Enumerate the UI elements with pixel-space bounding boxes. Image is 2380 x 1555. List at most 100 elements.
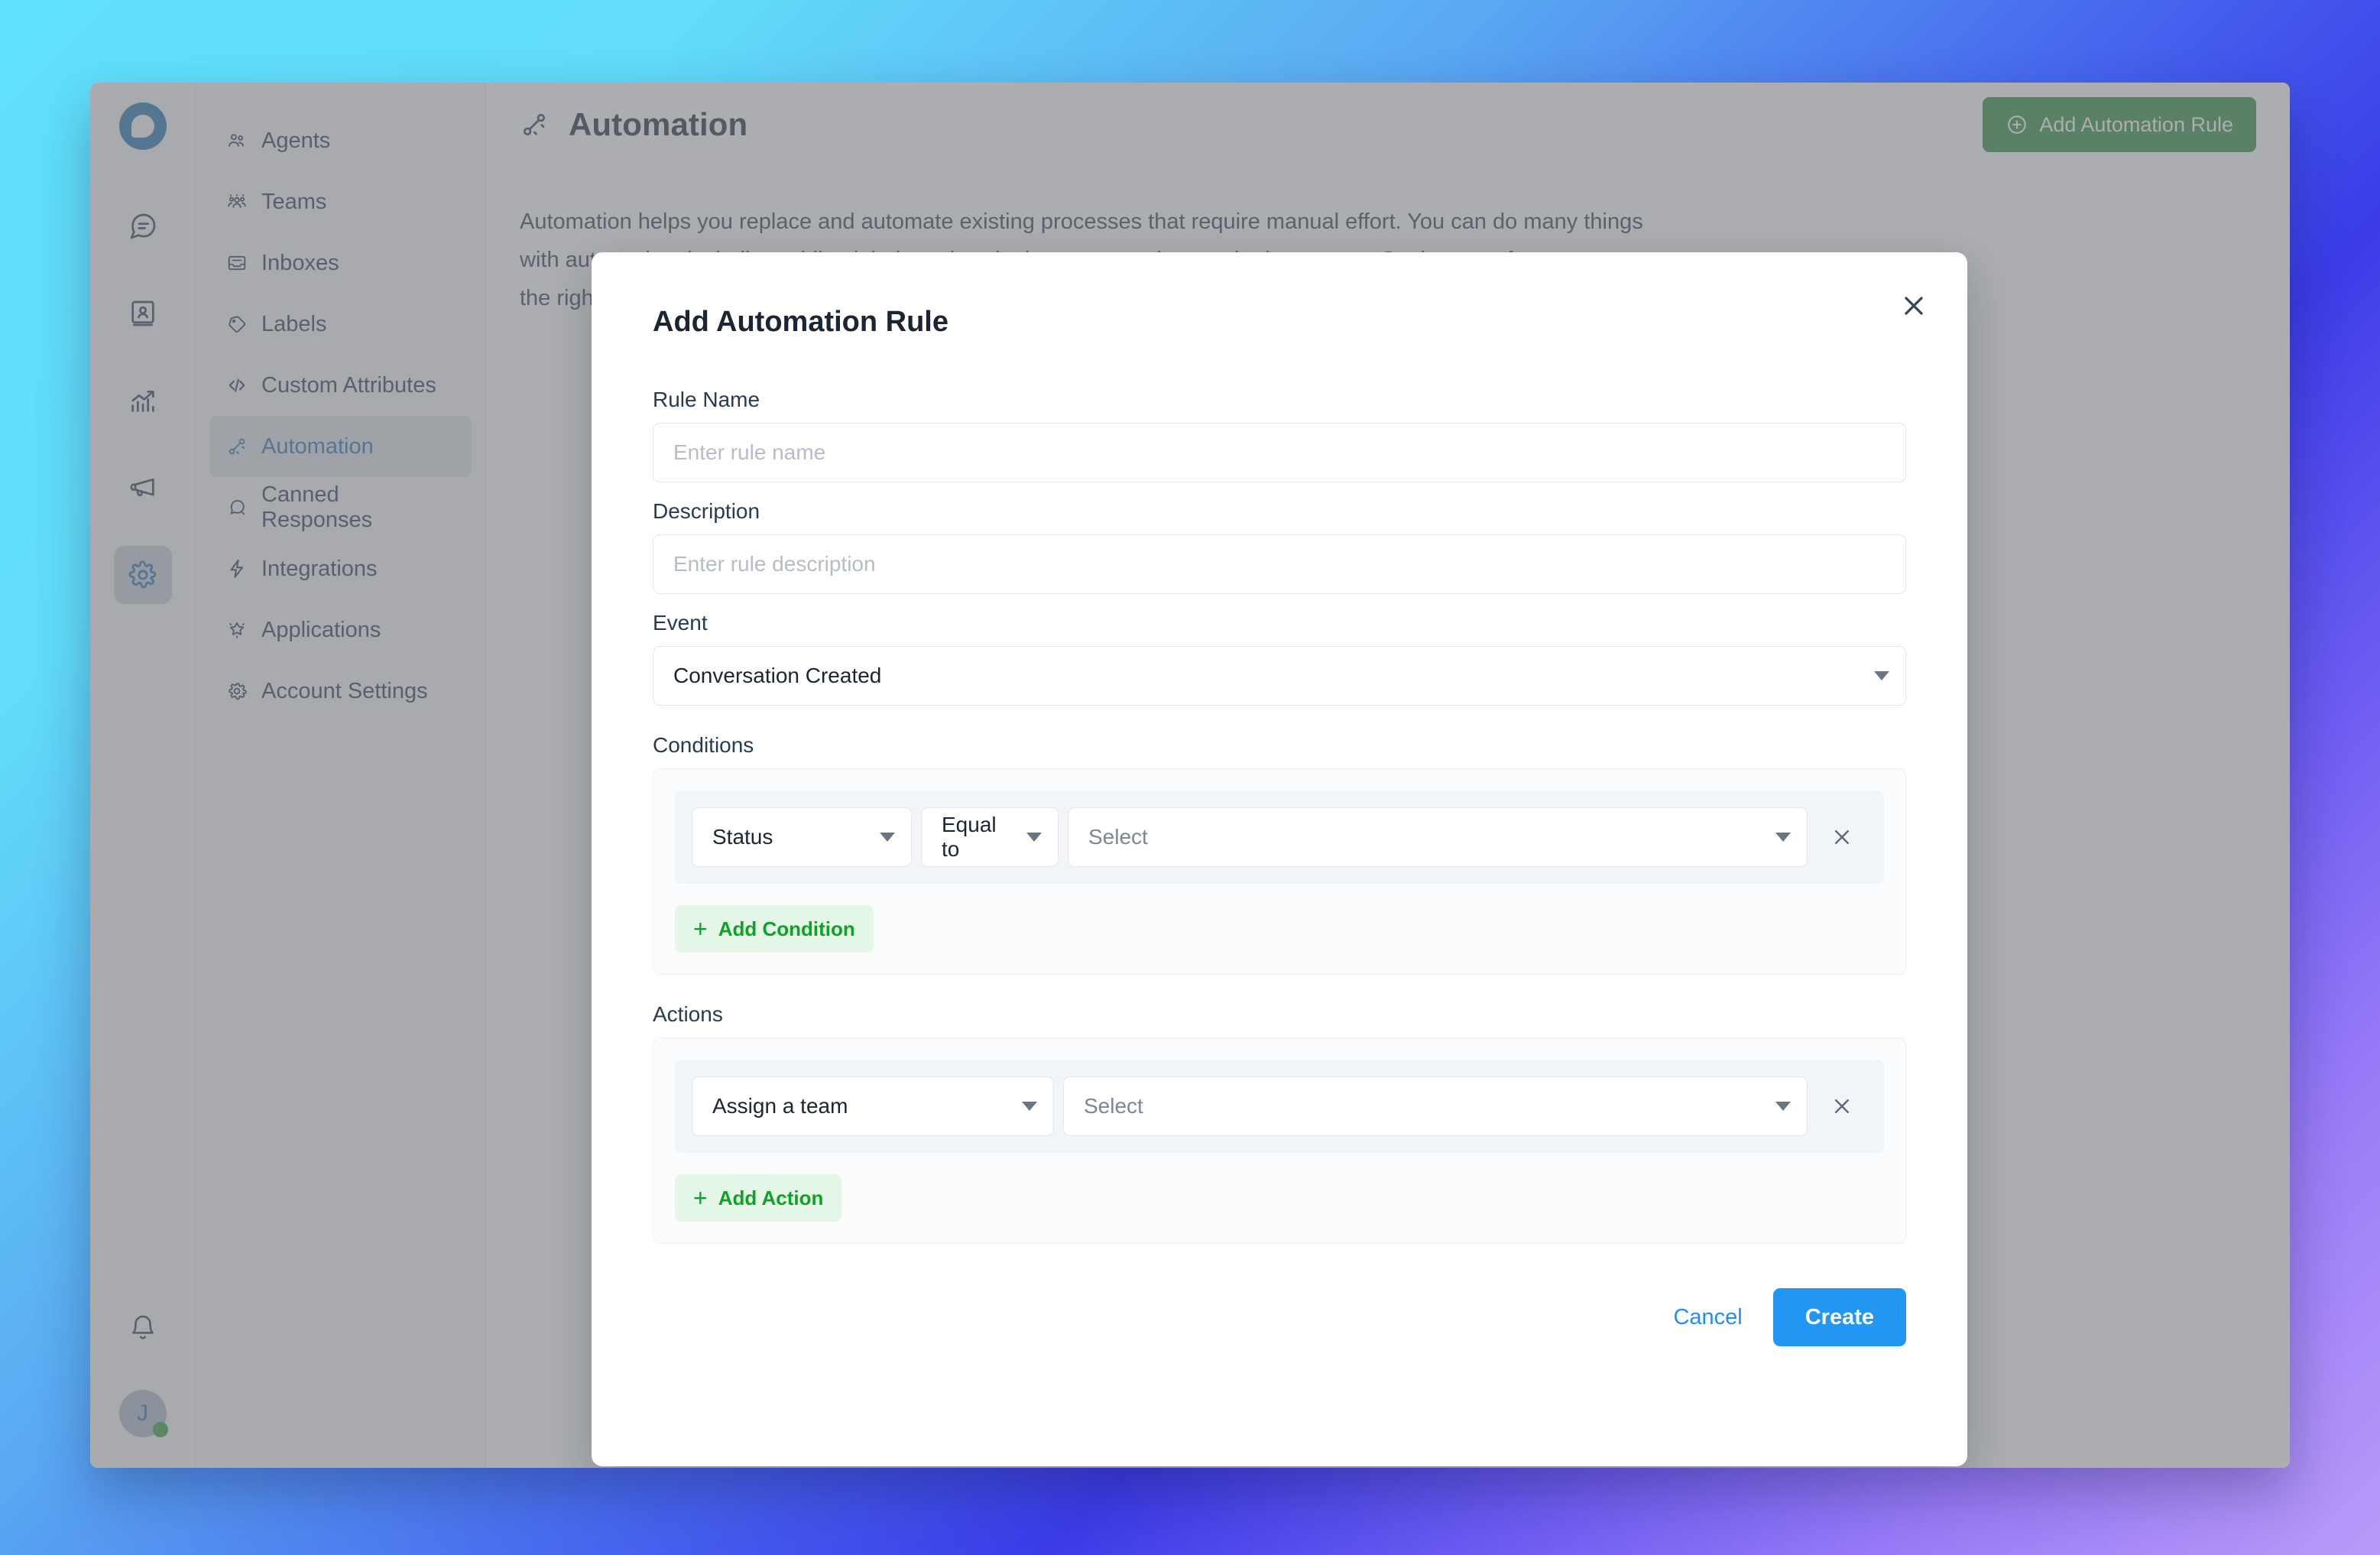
action-value-select[interactable]: Select: [1063, 1076, 1808, 1136]
automation-icon: [226, 436, 248, 457]
close-modal-button[interactable]: [1892, 284, 1935, 327]
report-chart-icon: [128, 385, 158, 416]
add-automation-rule-button[interactable]: Add Automation Rule: [1983, 97, 2256, 152]
sidebar-item-label: Automation: [261, 433, 374, 459]
rail-item-settings[interactable]: [113, 546, 172, 604]
sidebar-item-label: Account Settings: [261, 678, 428, 703]
add-automation-rule-modal: Add Automation Rule Rule Name Descriptio…: [592, 252, 1967, 1466]
online-status-dot: [152, 1422, 168, 1437]
modal-form: Rule Name Description Event Conversation…: [592, 388, 1967, 1244]
app-window: J Agents Teams Inboxes Labels Custom Att…: [90, 83, 2290, 1468]
sidebar-item-label: Agents: [261, 128, 331, 153]
remove-action-button[interactable]: [1817, 1076, 1867, 1136]
teams-icon: [226, 191, 248, 213]
chat-bubble-icon: [128, 211, 158, 242]
sidebar-item-account-settings[interactable]: Account Settings: [209, 661, 472, 722]
primary-icon-rail: J: [90, 83, 196, 1468]
modal-footer: Cancel Create: [592, 1244, 1967, 1346]
inbox-icon: [226, 252, 248, 274]
modal-title: Add Automation Rule: [653, 306, 948, 338]
add-condition-label: Add Condition: [718, 917, 855, 940]
close-icon: [1829, 1093, 1855, 1119]
condition-value-select[interactable]: Select: [1068, 807, 1808, 867]
close-icon: [1829, 824, 1855, 850]
remove-condition-button[interactable]: [1817, 807, 1867, 867]
plus-icon: +: [693, 1184, 708, 1212]
sidebar-item-custom-attributes[interactable]: Custom Attributes: [209, 355, 472, 416]
sidebar-item-automation[interactable]: Automation: [209, 416, 472, 477]
sidebar-item-canned-responses[interactable]: Canned Responses: [209, 477, 472, 538]
agents-icon: [226, 130, 248, 151]
plus-circle-icon: [2005, 113, 2028, 136]
contact-book-icon: [128, 298, 158, 329]
condition-attribute-wrap: Status: [692, 807, 912, 867]
rail-item-contacts[interactable]: [114, 284, 172, 342]
bolt-icon: [226, 558, 248, 579]
description-label: Description: [653, 499, 760, 523]
sidebar-item-label: Applications: [261, 617, 381, 642]
rule-name-field: Rule Name: [653, 388, 1906, 482]
sidebar-item-integrations[interactable]: Integrations: [209, 538, 472, 599]
rail-item-conversations[interactable]: [114, 197, 172, 255]
conditions-label: Conditions: [653, 733, 754, 757]
settings-sidebar: Agents Teams Inboxes Labels Custom Attri…: [196, 83, 486, 1468]
tag-icon: [226, 313, 248, 335]
rail-item-reports[interactable]: [114, 372, 172, 430]
event-label: Event: [653, 611, 708, 635]
megaphone-icon: [128, 472, 158, 503]
action-value-wrap: Select: [1063, 1076, 1808, 1136]
gear-icon: [226, 680, 248, 702]
sidebar-item-label: Teams: [261, 189, 327, 214]
sidebar-item-applications[interactable]: Applications: [209, 599, 472, 661]
sidebar-item-label: Canned Responses: [261, 482, 373, 532]
sidebar-item-teams[interactable]: Teams: [209, 171, 472, 232]
sidebar-item-agents[interactable]: Agents: [209, 110, 472, 171]
sidebar-item-labels[interactable]: Labels: [209, 294, 472, 355]
add-automation-rule-label: Add Automation Rule: [2039, 112, 2233, 136]
condition-row: Status Equal to Select: [675, 790, 1884, 884]
create-button[interactable]: Create: [1772, 1288, 1906, 1346]
automation-icon: [520, 110, 549, 139]
page-title: Automation: [569, 106, 748, 142]
add-action-label: Add Action: [718, 1186, 824, 1209]
action-type-select[interactable]: Assign a team: [692, 1076, 1054, 1136]
actions-label: Actions: [653, 1002, 723, 1026]
notifications-button[interactable]: [128, 1313, 157, 1342]
action-type-wrap: Assign a team: [692, 1076, 1054, 1136]
condition-operator-wrap: Equal to: [921, 807, 1059, 867]
plus-icon: +: [693, 915, 708, 943]
cancel-button[interactable]: Cancel: [1673, 1305, 1742, 1330]
sidebar-item-label: Integrations: [261, 556, 378, 581]
action-row: Assign a team Select: [675, 1060, 1884, 1153]
rail-item-campaigns[interactable]: [114, 459, 172, 517]
event-select[interactable]: Conversation Created: [653, 646, 1906, 706]
brand-logo-inner: [131, 115, 154, 138]
rule-name-input[interactable]: [653, 423, 1906, 482]
star-icon: [226, 619, 248, 641]
close-icon: [1898, 291, 1929, 321]
brand-logo-icon[interactable]: [118, 102, 167, 150]
sidebar-item-inboxes[interactable]: Inboxes: [209, 232, 472, 294]
event-field: Event Conversation Created: [653, 611, 1906, 706]
actions-panel: Assign a team Select + Add Action: [653, 1037, 1906, 1244]
condition-value-wrap: Select: [1068, 807, 1808, 867]
description-input[interactable]: [653, 534, 1906, 594]
description-field: Description: [653, 499, 1906, 594]
sidebar-item-label: Custom Attributes: [261, 372, 436, 398]
avatar[interactable]: J: [118, 1390, 168, 1437]
condition-attribute-select[interactable]: Status: [692, 807, 912, 867]
avatar-initial: J: [137, 1401, 148, 1426]
code-icon: [226, 375, 248, 396]
event-select-wrap: Conversation Created: [653, 646, 1906, 706]
sidebar-item-label: Labels: [261, 311, 327, 336]
conditions-panel: Status Equal to Select + Add Condition: [653, 768, 1906, 975]
rule-name-label: Rule Name: [653, 388, 760, 411]
condition-operator-select[interactable]: Equal to: [921, 807, 1059, 867]
sidebar-item-label: Inboxes: [261, 250, 339, 275]
add-condition-button[interactable]: + Add Condition: [675, 905, 874, 953]
canned-response-icon: [226, 497, 248, 518]
add-action-button[interactable]: + Add Action: [675, 1174, 842, 1222]
rail-bottom-section: J: [118, 1313, 168, 1437]
bell-icon: [128, 1313, 157, 1342]
gear-icon: [128, 560, 158, 590]
